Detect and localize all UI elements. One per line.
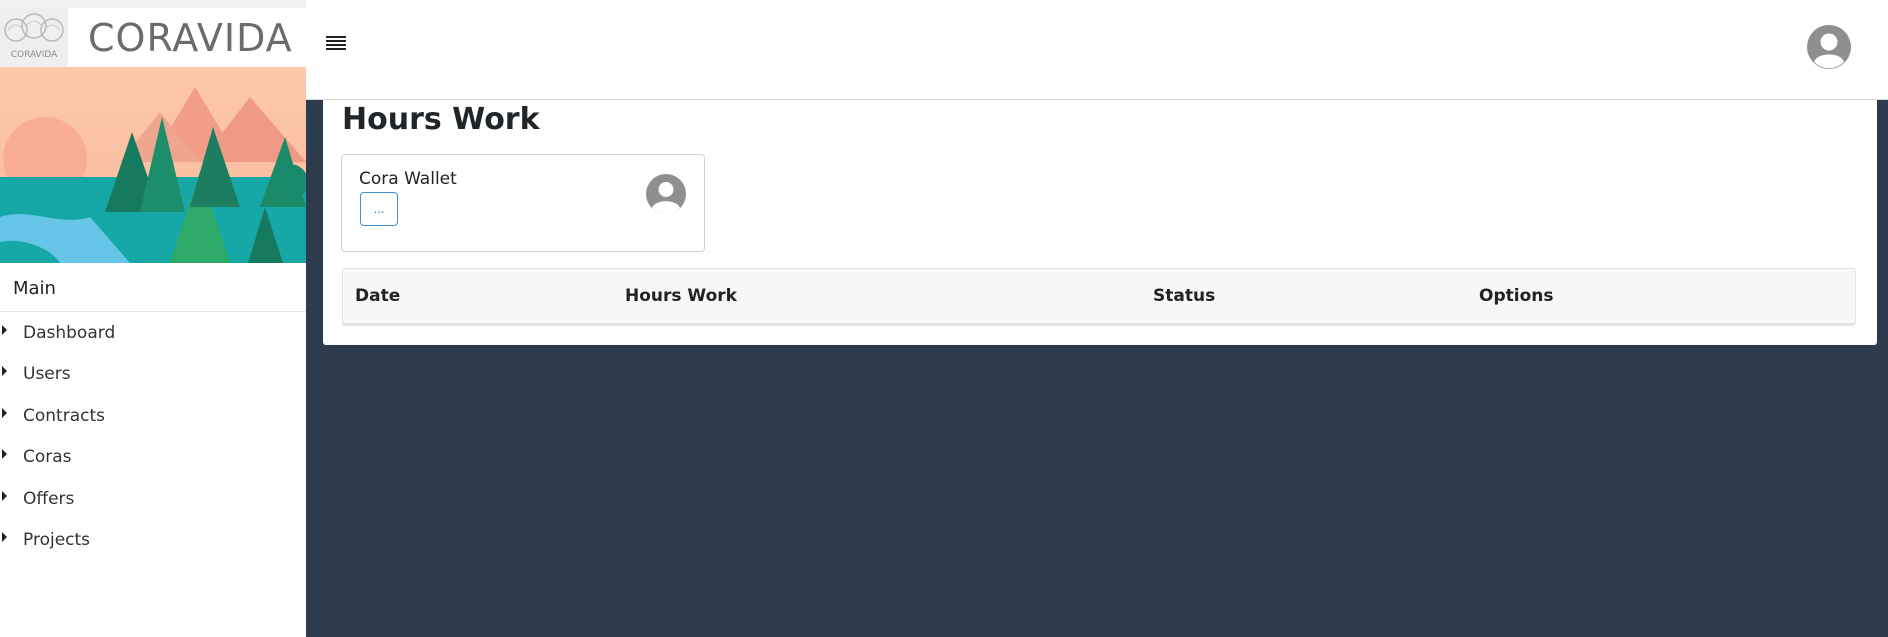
hours-work-table: Date Hours Work Status Options (342, 268, 1856, 326)
sidebar-item-dashboard[interactable]: Dashboard (0, 312, 306, 354)
sidebar-item-label: Users (23, 364, 71, 385)
column-header-status: Status (1141, 269, 1467, 325)
caret-right-icon (2, 407, 7, 418)
logo-text: CORAVIDA (11, 50, 58, 60)
brand-logo: CORAVIDA (0, 8, 68, 67)
sidebar-item-label: Offers (23, 488, 75, 509)
brand-name: CORAVIDA (88, 15, 293, 60)
sidebar: CORAVIDA CORAVIDA Main Dashboard Users C… (0, 0, 306, 637)
table-header-row: Date Hours Work Status Options (343, 269, 1855, 325)
sidebar-item-coras[interactable]: Coras (0, 437, 306, 479)
top-bar (306, 0, 1888, 100)
caret-right-icon (2, 449, 7, 460)
wallet-title: Cora Wallet (359, 169, 457, 189)
sidebar-item-contracts[interactable]: Contracts (0, 395, 306, 437)
user-avatar-icon[interactable] (1806, 24, 1852, 70)
sidebar-nav: Dashboard Users Contracts Coras Offers P… (0, 312, 306, 561)
sidebar-section-main: Main (0, 266, 306, 312)
caret-right-icon (2, 324, 7, 335)
hamburger-icon[interactable] (326, 36, 346, 52)
sidebar-item-label: Dashboard (23, 322, 116, 343)
column-header-date: Date (343, 269, 613, 325)
user-avatar-icon (646, 174, 686, 215)
caret-right-icon (2, 490, 7, 501)
sidebar-item-label: Projects (23, 530, 91, 551)
column-header-hours-work: Hours Work (613, 269, 1141, 325)
wallet-more-button[interactable]: ... (360, 192, 398, 226)
sidebar-item-label: Coras (23, 447, 72, 468)
wallet-card: Cora Wallet ... (341, 154, 705, 252)
sidebar-banner-illustration (0, 67, 306, 263)
page-title: Hours Work (342, 102, 540, 137)
sidebar-item-label: Contracts (23, 405, 105, 426)
sidebar-top-strip (0, 0, 306, 8)
sidebar-item-users[interactable]: Users (0, 354, 306, 396)
brand[interactable]: CORAVIDA CORAVIDA (0, 8, 306, 67)
sidebar-item-offers[interactable]: Offers (0, 478, 306, 520)
caret-right-icon (2, 366, 7, 377)
column-header-options: Options (1467, 269, 1855, 325)
sidebar-item-projects[interactable]: Projects (0, 520, 306, 562)
main-content: Hours Work Cora Wallet ... Date Hours Wo… (323, 100, 1877, 345)
caret-right-icon (2, 532, 7, 543)
logo-mandala-icon: CORAVIDA (0, 8, 68, 67)
